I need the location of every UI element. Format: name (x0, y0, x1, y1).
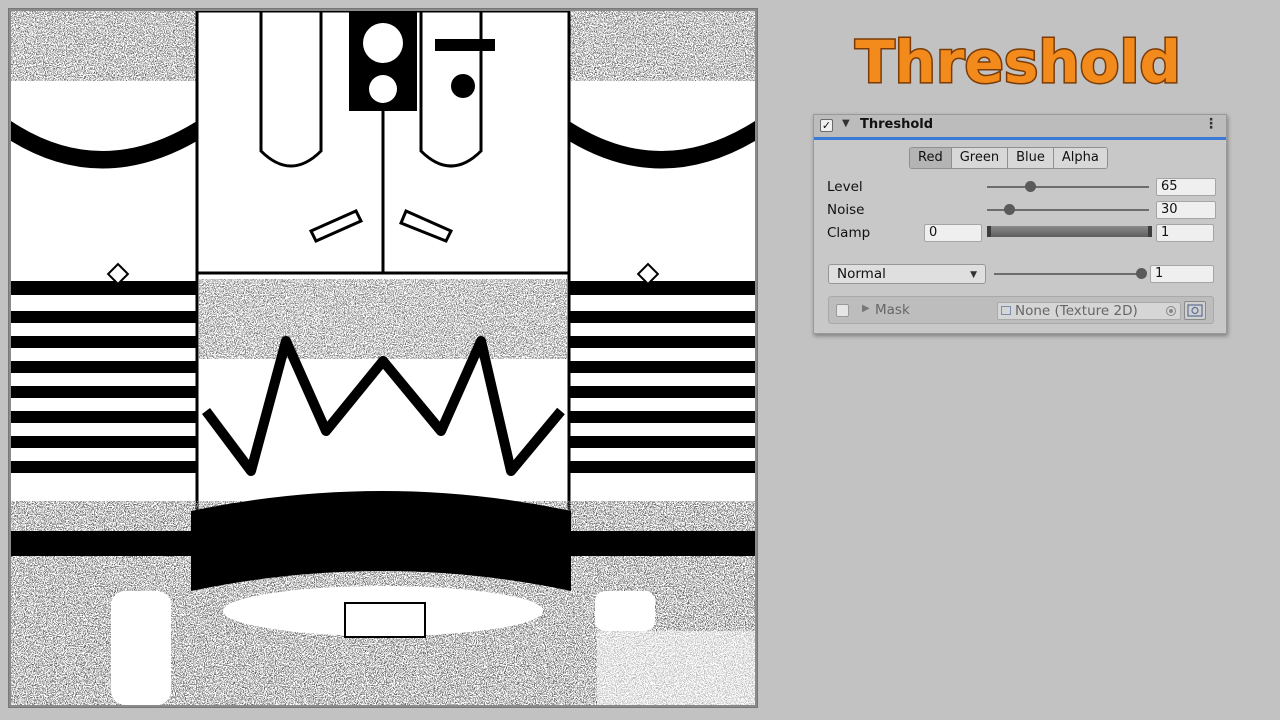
clamp-min-handle[interactable] (987, 226, 991, 237)
threshold-inspector-panel: ✓ ▼ Threshold ⋮ Red Green Blue Alpha Lev… (813, 114, 1227, 334)
enabled-checkbox[interactable]: ✓ (820, 119, 833, 132)
opacity-slider-thumb[interactable] (1135, 268, 1147, 279)
channel-toggle-group: Red Green Blue Alpha (909, 147, 1108, 169)
chevron-down-icon: ▼ (970, 270, 977, 280)
mask-enabled-checkbox[interactable] (836, 304, 849, 317)
noise-slider-thumb[interactable] (1004, 204, 1016, 215)
heading-text: Threshold (855, 28, 1181, 96)
clamp-label: Clamp (827, 225, 871, 241)
mask-foldout-arrow-icon[interactable]: ▶ (862, 303, 870, 314)
channel-blue-button[interactable]: Blue (1008, 148, 1054, 168)
threshold-texture-image (11, 11, 755, 705)
heading-title-graphic: Threshold (854, 27, 1183, 98)
clamp-minmax-slider[interactable] (987, 226, 1152, 237)
mask-texture-field[interactable]: None (Texture 2D) (997, 302, 1181, 320)
panel-title: Threshold (860, 117, 934, 132)
blend-mode-value: Normal (837, 266, 886, 282)
kebab-menu-icon[interactable]: ⋮ (1204, 116, 1218, 132)
channel-alpha-button[interactable]: Alpha (1053, 148, 1107, 168)
clamp-max-field[interactable]: 1 (1156, 224, 1214, 242)
level-slider-track[interactable] (987, 186, 1149, 188)
texture-settings-icon (1187, 304, 1203, 317)
panel-header: ✓ ▼ Threshold ⋮ (814, 115, 1226, 140)
opacity-value-field[interactable]: 1 (1150, 265, 1214, 283)
texture-preview (11, 11, 755, 705)
foldout-arrow-icon[interactable]: ▼ (842, 118, 850, 129)
object-picker-icon[interactable] (1166, 306, 1176, 316)
mask-label: Mask (875, 302, 910, 318)
level-label: Level (827, 179, 863, 195)
noise-label: Noise (827, 202, 865, 218)
texture-settings-button[interactable] (1184, 301, 1206, 320)
channel-green-button[interactable]: Green (951, 148, 1009, 168)
blend-mode-dropdown[interactable]: Normal ▼ (828, 264, 986, 284)
texture-2d-icon (1001, 306, 1011, 315)
level-slider-thumb[interactable] (1025, 181, 1037, 192)
texture-preview-frame (8, 8, 758, 708)
mask-texture-value: None (Texture 2D) (1015, 303, 1138, 319)
noise-value-field[interactable]: 30 (1156, 201, 1216, 219)
heading-title: Threshold (820, 20, 1220, 100)
level-value-field[interactable]: 65 (1156, 178, 1216, 196)
clamp-min-field[interactable]: 0 (924, 224, 982, 242)
opacity-slider-track[interactable] (994, 273, 1141, 275)
clamp-max-handle[interactable] (1148, 226, 1152, 237)
channel-red-button[interactable]: Red (910, 148, 952, 168)
mask-section: ▶ Mask None (Texture 2D) (828, 296, 1214, 324)
